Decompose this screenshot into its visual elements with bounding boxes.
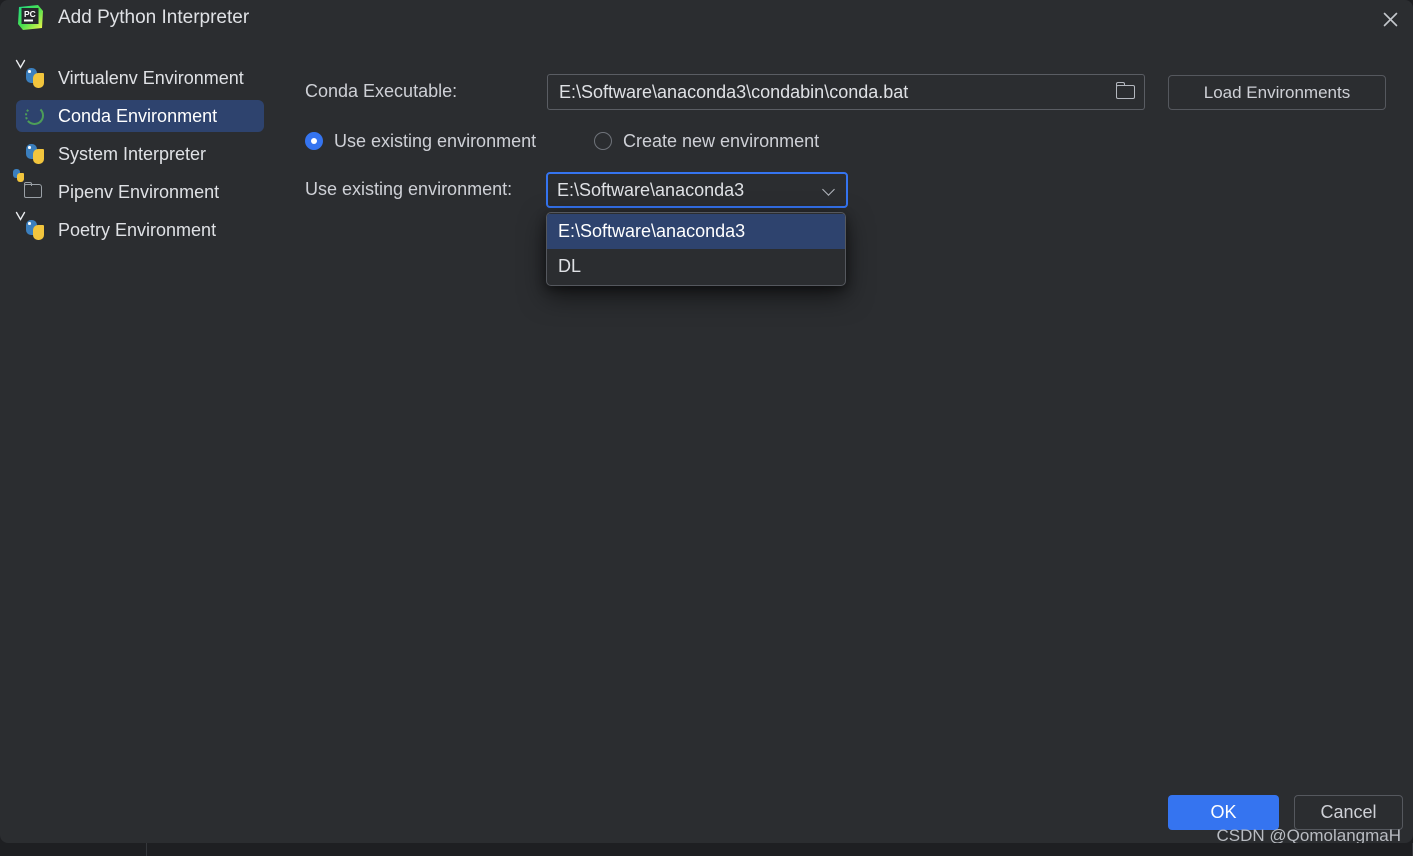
- dropdown-option-dl[interactable]: DL: [547, 249, 845, 284]
- radio-label: Use existing environment: [334, 130, 537, 151]
- radio-dot: [305, 132, 323, 150]
- conda-executable-label: Conda Executable:: [305, 81, 458, 101]
- background-segment: [147, 843, 1413, 856]
- ok-button[interactable]: OK: [1168, 795, 1279, 830]
- conda-environment-form: Conda Executable: E:\Software\anaconda3\…: [0, 0, 1413, 843]
- conda-executable-input[interactable]: E:\Software\anaconda3\condabin\conda.bat: [547, 74, 1145, 110]
- folder-icon[interactable]: [1114, 81, 1138, 103]
- chevron-down-icon: [824, 185, 836, 193]
- radio-create-new-environment[interactable]: Create new environment: [594, 128, 819, 154]
- background-segment: [0, 843, 147, 856]
- desktop-background-strip: [0, 843, 1413, 856]
- dropdown-option-anaconda3[interactable]: E:\Software\anaconda3: [547, 214, 845, 249]
- environment-select-value: E:\Software\anaconda3: [557, 180, 745, 200]
- radio-label: Create new environment: [623, 130, 820, 151]
- environment-select[interactable]: E:\Software\anaconda3: [546, 172, 848, 208]
- environment-dropdown-list: E:\Software\anaconda3 DL: [546, 212, 846, 286]
- radio-use-existing-environment[interactable]: Use existing environment: [305, 128, 536, 154]
- cancel-button[interactable]: Cancel: [1294, 795, 1403, 830]
- radio-dot: [594, 132, 612, 150]
- use-existing-environment-label: Use existing environment:: [305, 179, 513, 199]
- add-python-interpreter-dialog: PC Add Python Interpreter Virtualenv Env…: [0, 0, 1413, 845]
- conda-executable-value: E:\Software\anaconda3\condabin\conda.bat: [559, 82, 909, 102]
- load-environments-button[interactable]: Load Environments: [1168, 75, 1386, 110]
